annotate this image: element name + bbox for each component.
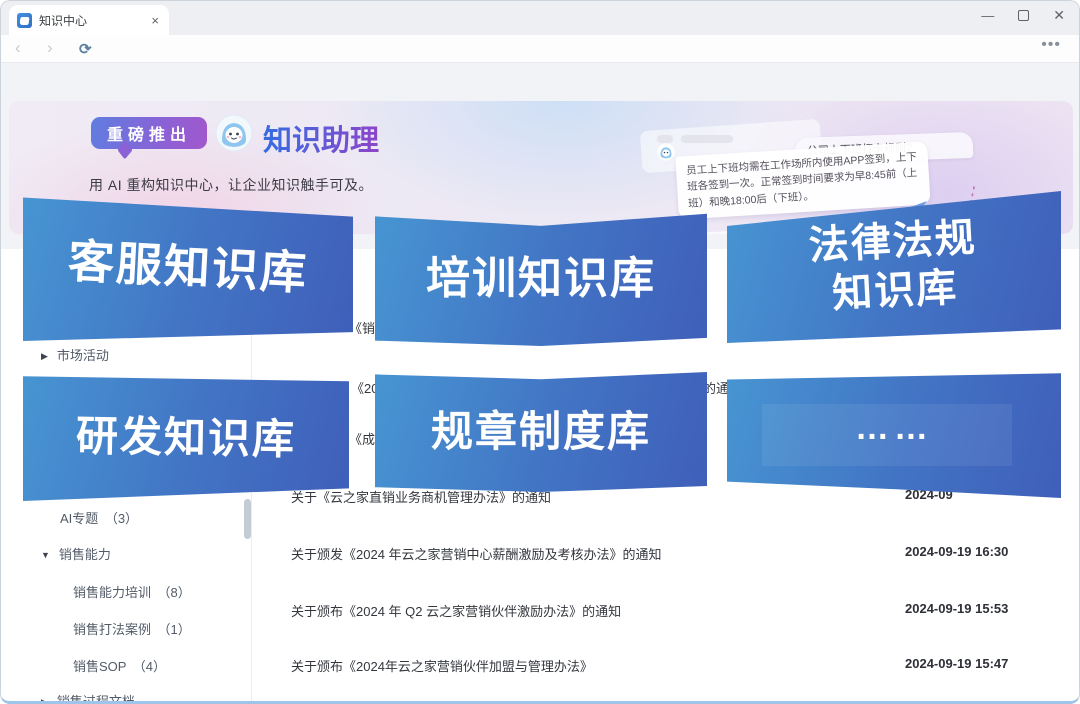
banner-subtitle: 用 AI 重构知识中心，让企业知识触手可及。 (89, 175, 373, 195)
doc-title: 关于《云之家直销业务商机管理办法》的通知 (291, 490, 551, 505)
sidebar-scrollbar[interactable] (244, 499, 251, 539)
window-close-icon[interactable]: ✕ (1053, 7, 1065, 24)
chevron-down-icon: ▼ (41, 550, 50, 560)
decor-pill (657, 135, 673, 143)
doc-date: 2024-09-19 15:53 (905, 601, 1008, 616)
item-count: （8） (164, 585, 191, 600)
item-count: （4） (139, 659, 166, 674)
sidebar-item-sales-ability[interactable]: ▼销售能力 (41, 544, 111, 563)
kb-card-customer-service[interactable]: 客服知识库 (23, 193, 353, 341)
tab-bar: 知识中心 × — ✕ (1, 1, 1079, 35)
doc-row[interactable]: 关于颁布《2024年云之家营销伙伴加盟与管理办法》 2024-09-19 15:… (291, 656, 1031, 676)
doc-row[interactable]: 关于颁布《2024 年 Q2 云之家营销伙伴激励办法》的通知 2024-09-1… (291, 601, 1031, 621)
occluded-row-fragment: 《成 (349, 429, 375, 448)
doc-title: 关于颁布《2024年云之家营销伙伴加盟与管理办法》 (291, 659, 593, 674)
doc-title: 关于颁发《2024 年云之家营销中心薪酬激励及考核办法》的通知 (291, 547, 662, 562)
kb-card-regulations[interactable]: 规章制度库 (375, 372, 707, 492)
forward-icon[interactable]: › (47, 38, 53, 58)
sidebar-item-market[interactable]: ▶市场活动 (41, 345, 109, 364)
item-count: （1） (164, 622, 191, 637)
window-controls: — ✕ (981, 7, 1065, 24)
promo-badge-label: 重磅推出 (107, 121, 191, 145)
item-count: （3） (111, 511, 138, 526)
sidebar-item-sales-process-docs[interactable]: ▶销售过程文档 (41, 691, 135, 704)
tab-close-icon[interactable]: × (149, 13, 161, 28)
browser-toolbar: ‹ › ⟳ ••• (1, 35, 1079, 63)
sidebar-item-sales-cases[interactable]: 销售打法案例 （1） (73, 619, 191, 638)
kb-card-rnd[interactable]: 研发知识库 (23, 375, 349, 501)
back-icon[interactable]: ‹ (15, 38, 21, 58)
banner-title: 知识助理 (263, 117, 379, 159)
promo-badge: 重磅推出 (91, 117, 207, 149)
sidebar-item-sales-sop[interactable]: 销售SOP （4） (73, 656, 166, 675)
sidebar-item-sales-training[interactable]: 销售能力培训 （8） (73, 582, 191, 601)
chevron-right-icon: ▶ (41, 351, 48, 361)
tab-knowledge-center[interactable]: 知识中心 × (9, 5, 169, 35)
doc-title: 关于颁布《2024 年 Q2 云之家营销伙伴激励办法》的通知 (291, 604, 621, 619)
kb-card-training[interactable]: 培训知识库 (375, 211, 707, 346)
maximize-icon[interactable] (1018, 10, 1029, 21)
reload-icon[interactable]: ⟳ (79, 40, 92, 58)
tab-title: 知识中心 (39, 12, 149, 29)
chevron-right-icon: ▶ (41, 697, 48, 704)
chat-robot-icon (657, 143, 675, 161)
favicon-icon (17, 13, 32, 28)
doc-date: 2024-09-19 16:30 (905, 544, 1008, 559)
doc-date: 2024-09-19 15:47 (905, 656, 1008, 671)
minimize-icon[interactable]: — (981, 8, 994, 23)
decor-pill (681, 135, 733, 143)
kb-card-more[interactable]: …… (727, 372, 1061, 498)
browser-window: 知识中心 × — ✕ ‹ › ⟳ ••• 重磅推出 (0, 0, 1080, 704)
more-menu-icon[interactable]: ••• (1041, 36, 1061, 54)
assistant-avatar-icon (215, 114, 253, 152)
page-body: 重磅推出 知识助理 用 AI 重构知识中心，让企业知识触手可及。 公司上下班打卡… (1, 63, 1080, 704)
doc-row[interactable]: 关于颁发《2024 年云之家营销中心薪酬激励及考核办法》的通知 2024-09-… (291, 544, 1031, 564)
sidebar-item-ai-topics[interactable]: AI专题 （3） (60, 508, 138, 527)
